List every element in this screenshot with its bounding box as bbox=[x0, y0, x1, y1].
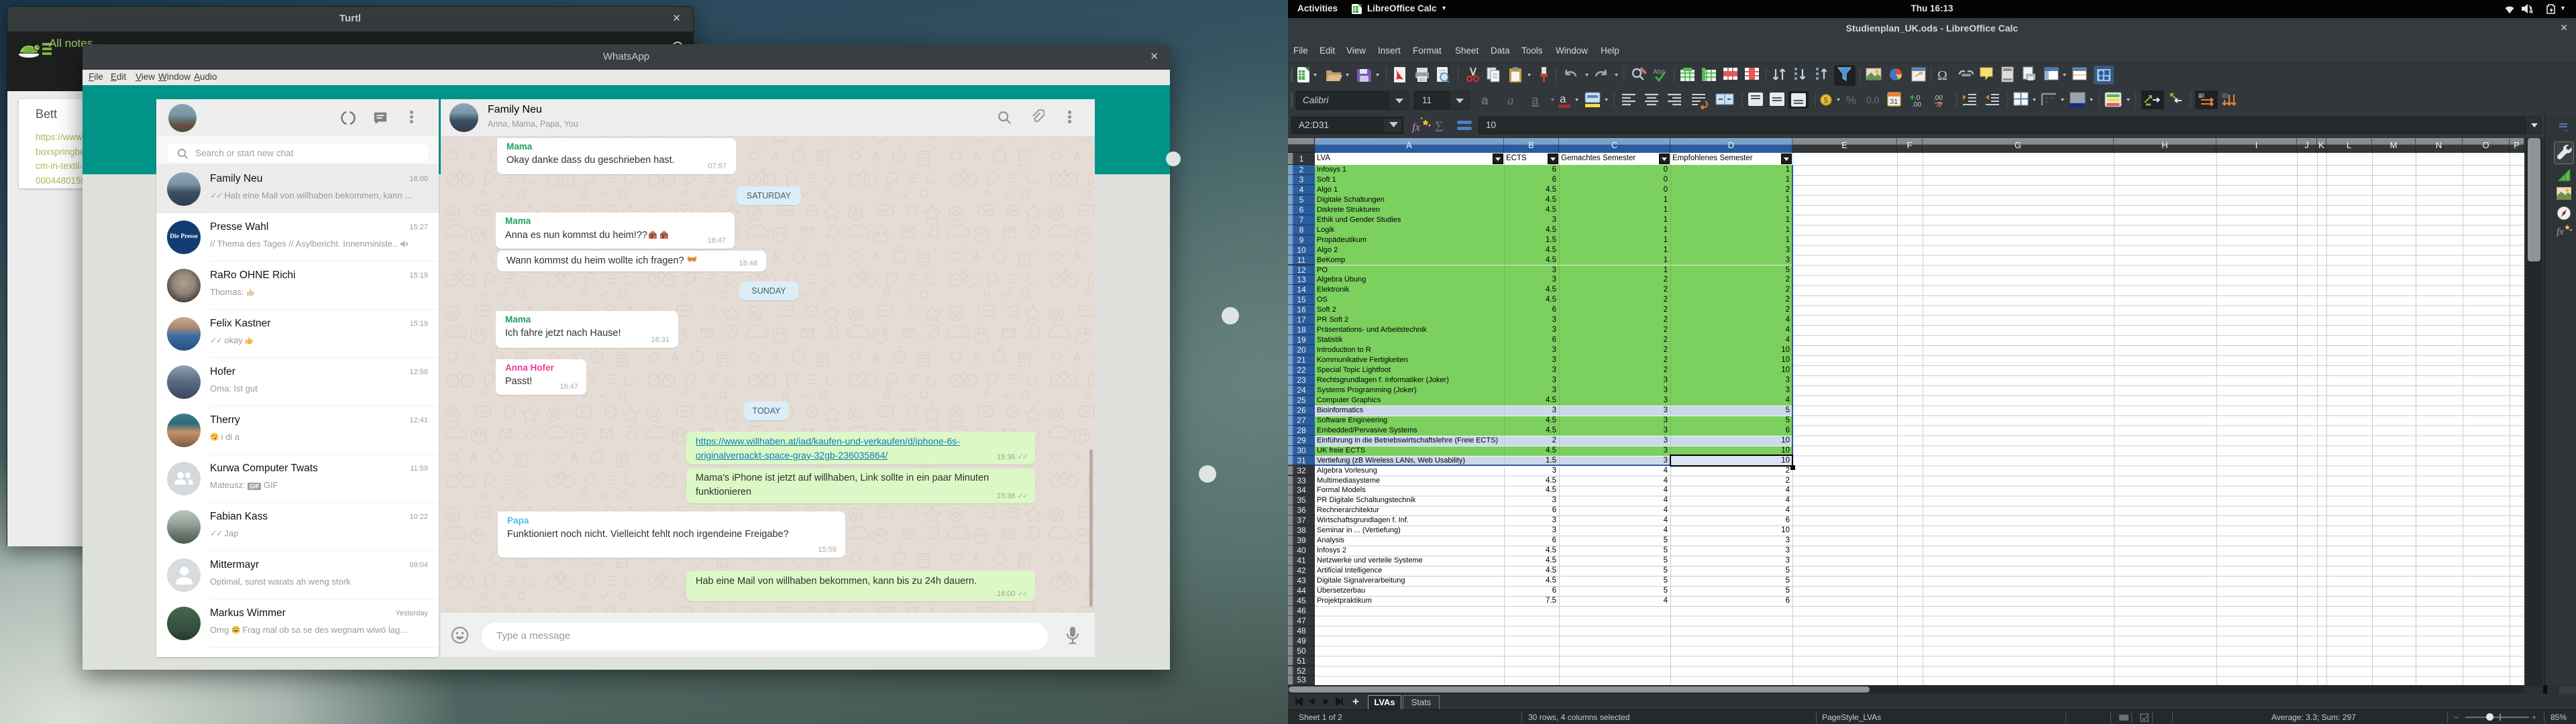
svg-text:fx: fx bbox=[2557, 227, 2564, 237]
